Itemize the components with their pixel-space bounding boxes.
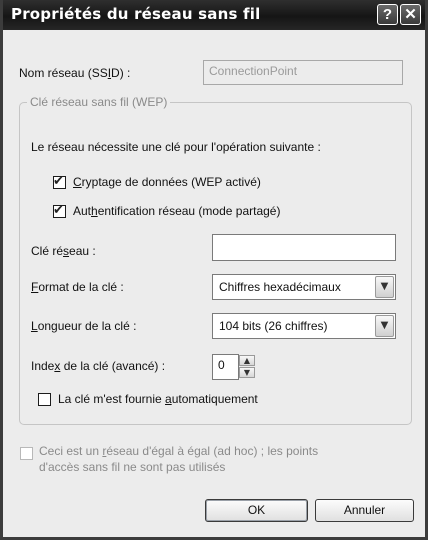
ssid-label: Nom réseau (SSID) : (19, 66, 131, 80)
key-index-input[interactable]: 0 (212, 354, 239, 380)
close-icon: ✕ (404, 6, 417, 23)
ssid-input[interactable]: ConnectionPoint (203, 60, 403, 85)
key-length-dropdown-button[interactable]: ▼ (375, 315, 394, 337)
network-key-label: Clé réseau : (31, 244, 96, 258)
check-icon: ✔ (53, 174, 64, 189)
adhoc-checkbox[interactable] (20, 447, 33, 460)
auto-key-checkbox[interactable] (38, 393, 51, 406)
key-format-dropdown[interactable]: Chiffres hexadécimaux ▼ (212, 274, 396, 300)
chevron-down-icon: ▼ (380, 281, 389, 292)
encryption-checkbox[interactable]: ✔ (53, 174, 66, 189)
ok-button[interactable]: OK (205, 499, 308, 522)
network-key-input[interactable] (212, 234, 396, 261)
key-index-spinner[interactable]: ▲ ▼ (239, 355, 263, 379)
adhoc-label-line2: d'accès sans fil ne sont pas utilisés (39, 460, 226, 474)
auth-label[interactable]: Authentification réseau (mode partagé) (73, 204, 280, 218)
key-length-label: Longueur de la clé : (31, 319, 137, 333)
chevron-down-icon: ▼ (380, 320, 389, 331)
key-index-label: Index de la clé (avancé) : (31, 359, 166, 373)
cancel-button[interactable]: Annuler (315, 499, 414, 522)
window-title: Propriétés du réseau sans fil (11, 5, 261, 23)
spin-down-button[interactable]: ▼ (239, 367, 255, 378)
wep-group-legend: Clé réseau sans fil (WEP) (27, 95, 171, 109)
help-button[interactable]: ? (377, 4, 398, 25)
title-bar[interactable]: Propriétés du réseau sans fil ? ✕ (3, 0, 425, 30)
encryption-label[interactable]: Cryptage de données (WEP activé) (73, 175, 261, 189)
key-length-dropdown[interactable]: 104 bits (26 chiffres) ▼ (212, 313, 396, 339)
key-format-value: Chiffres hexadécimaux (219, 280, 341, 294)
key-index-value: 0 (218, 358, 225, 372)
wep-intro-text: Le réseau nécessite une clé pour l'opéra… (31, 140, 321, 154)
adhoc-label-line1: Ceci est un réseau d'égal à égal (ad hoc… (39, 444, 319, 458)
key-format-label: Format de la clé : (31, 280, 124, 294)
help-icon: ? (382, 6, 393, 23)
chevron-down-icon: ▼ (243, 368, 251, 377)
spin-up-button[interactable]: ▲ (239, 355, 255, 366)
ssid-value: ConnectionPoint (209, 64, 298, 78)
auto-key-label[interactable]: La clé m'est fournie automatiquement (58, 392, 258, 406)
close-button[interactable]: ✕ (400, 4, 421, 25)
dialog-window: Propriétés du réseau sans fil ? ✕ Nom ré… (0, 0, 428, 540)
auth-checkbox[interactable]: ✔ (53, 203, 66, 218)
key-format-dropdown-button[interactable]: ▼ (375, 276, 394, 298)
key-length-value: 104 bits (26 chiffres) (219, 319, 328, 333)
check-icon: ✔ (53, 203, 64, 218)
